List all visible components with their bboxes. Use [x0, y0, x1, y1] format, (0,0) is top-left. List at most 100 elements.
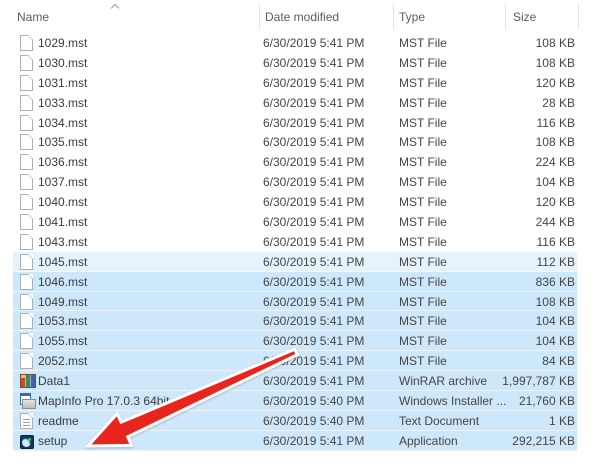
file-name-cell: 1030.mst [38, 56, 87, 70]
column-header-size[interactable]: Size [513, 10, 536, 24]
table-row[interactable]: 1030.mst 6/30/2019 5:41 PM MST File 108 … [13, 53, 577, 73]
mst-file-icon [20, 154, 33, 170]
date-modified-cell: 6/30/2019 5:41 PM [263, 215, 364, 229]
mst-file-icon [20, 55, 33, 71]
size-cell: 108 KB [536, 295, 575, 309]
date-modified-cell: 6/30/2019 5:41 PM [263, 434, 364, 448]
date-modified-cell: 6/30/2019 5:41 PM [263, 235, 364, 249]
type-cell: MST File [399, 255, 447, 269]
table-row[interactable]: 1037.mst 6/30/2019 5:41 PM MST File 104 … [13, 172, 577, 192]
table-row[interactable]: 1034.mst 6/30/2019 5:41 PM MST File 116 … [13, 113, 577, 133]
mst-file-icon [20, 35, 33, 51]
text-document-icon [20, 413, 33, 429]
date-modified-cell: 6/30/2019 5:41 PM [263, 135, 364, 149]
size-cell: 1 KB [549, 414, 575, 428]
column-header-name[interactable]: Name [17, 10, 49, 24]
type-cell: MST File [399, 175, 447, 189]
table-row[interactable]: Data1 6/30/2019 5:41 PM WinRAR archive 1… [13, 371, 577, 391]
size-cell: 108 KB [536, 56, 575, 70]
size-cell: 104 KB [536, 334, 575, 348]
file-name-cell: 1036.mst [38, 155, 87, 169]
mst-file-icon [20, 115, 33, 131]
table-row[interactable]: 1040.mst 6/30/2019 5:41 PM MST File 120 … [13, 192, 577, 212]
column-separator[interactable] [393, 4, 394, 29]
file-list: 1029.mst 6/30/2019 5:41 PM MST File 108 … [13, 33, 577, 451]
table-row[interactable]: 1033.mst 6/30/2019 5:41 PM MST File 28 K… [13, 93, 577, 113]
file-name-cell: 1034.mst [38, 116, 87, 130]
type-cell: WinRAR archive [399, 374, 487, 388]
mst-file-icon [20, 134, 33, 150]
mst-file-icon [20, 313, 33, 329]
file-name-cell: 1037.mst [38, 175, 87, 189]
date-modified-cell: 6/30/2019 5:41 PM [263, 116, 364, 130]
type-cell: MST File [399, 195, 447, 209]
file-name-cell: 1046.mst [38, 275, 87, 289]
date-modified-cell: 6/30/2019 5:41 PM [263, 314, 364, 328]
table-row[interactable]: 1053.mst 6/30/2019 5:41 PM MST File 104 … [13, 311, 577, 331]
file-name-cell: 1040.mst [38, 195, 87, 209]
table-row[interactable]: 1049.mst 6/30/2019 5:41 PM MST File 108 … [13, 292, 577, 312]
size-cell: 224 KB [536, 155, 575, 169]
size-cell: 120 KB [536, 195, 575, 209]
table-row[interactable]: 1041.mst 6/30/2019 5:41 PM MST File 244 … [13, 212, 577, 232]
table-row[interactable]: 1035.mst 6/30/2019 5:41 PM MST File 108 … [13, 132, 577, 152]
file-explorer-list-view: Name Date modified Type Size 1029.mst 6/… [0, 0, 600, 473]
size-cell: 104 KB [536, 314, 575, 328]
sort-ascending-icon [112, 3, 119, 10]
file-name-cell: 1049.mst [38, 295, 87, 309]
type-cell: Windows Installer ... [399, 394, 506, 408]
size-cell: 104 KB [536, 175, 575, 189]
size-cell: 244 KB [536, 215, 575, 229]
column-header-date-modified[interactable]: Date modified [265, 10, 339, 24]
file-name-cell: 1029.mst [38, 36, 87, 50]
file-name-cell: readme [38, 414, 79, 428]
table-row[interactable]: 1043.mst 6/30/2019 5:41 PM MST File 116 … [13, 232, 577, 252]
mst-file-icon [20, 353, 33, 369]
type-cell: MST File [399, 135, 447, 149]
mst-file-icon [20, 194, 33, 210]
size-cell: 1,997,787 KB [502, 374, 575, 388]
windows-installer-icon [20, 393, 36, 409]
mst-file-icon [20, 75, 33, 91]
size-cell: 116 KB [537, 116, 575, 130]
column-header-type[interactable]: Type [399, 10, 425, 24]
table-row[interactable]: 2052.mst 6/30/2019 5:41 PM MST File 84 K… [13, 351, 577, 371]
table-row[interactable]: 1055.mst 6/30/2019 5:41 PM MST File 104 … [13, 331, 577, 351]
date-modified-cell: 6/30/2019 5:41 PM [263, 255, 364, 269]
size-cell: 116 KB [537, 235, 575, 249]
file-name-cell: setup [38, 434, 67, 448]
date-modified-cell: 6/30/2019 5:41 PM [263, 334, 364, 348]
type-cell: MST File [399, 314, 447, 328]
type-cell: MST File [399, 235, 447, 249]
column-separator[interactable] [578, 4, 579, 29]
column-separator[interactable] [505, 4, 506, 29]
date-modified-cell: 6/30/2019 5:41 PM [263, 36, 364, 50]
table-row[interactable]: 1045.mst 6/30/2019 5:41 PM MST File 112 … [13, 252, 577, 272]
file-name-cell: 1053.mst [38, 314, 87, 328]
type-cell: MST File [399, 155, 447, 169]
table-row[interactable]: 1031.mst 6/30/2019 5:41 PM MST File 120 … [13, 73, 577, 93]
file-name-cell: 1045.mst [38, 255, 87, 269]
file-name-cell: 1035.mst [38, 135, 87, 149]
table-row[interactable]: setup 6/30/2019 5:41 PM Application 292,… [13, 431, 577, 451]
mst-file-icon [20, 95, 33, 111]
file-name-cell: 1031.mst [38, 76, 87, 90]
table-row[interactable]: MapInfo Pro 17.0.3 64bit 6/30/2019 5:40 … [13, 391, 577, 411]
table-row[interactable]: 1029.mst 6/30/2019 5:41 PM MST File 108 … [13, 33, 577, 53]
table-row[interactable]: 1046.mst 6/30/2019 5:41 PM MST File 836 … [13, 272, 577, 292]
table-row[interactable]: 1036.mst 6/30/2019 5:41 PM MST File 224 … [13, 152, 577, 172]
column-separator[interactable] [259, 4, 260, 29]
type-cell: MST File [399, 215, 447, 229]
size-cell: 836 KB [536, 275, 575, 289]
mst-file-icon [20, 333, 33, 349]
type-cell: MST File [399, 334, 447, 348]
type-cell: Text Document [399, 414, 479, 428]
table-row[interactable]: readme 6/30/2019 5:40 PM Text Document 1… [13, 411, 577, 431]
type-cell: MST File [399, 96, 447, 110]
mst-file-icon [20, 294, 33, 310]
size-cell: 21,760 KB [519, 394, 575, 408]
date-modified-cell: 6/30/2019 5:41 PM [263, 175, 364, 189]
file-name-cell: 2052.mst [38, 354, 87, 368]
file-name-cell: 1043.mst [38, 235, 87, 249]
size-cell: 112 KB [537, 255, 575, 269]
